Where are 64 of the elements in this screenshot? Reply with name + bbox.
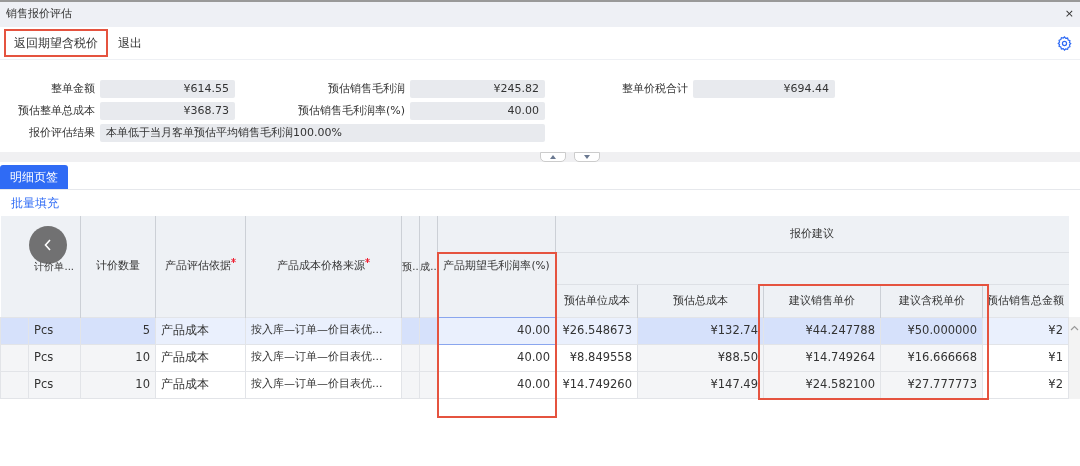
column-header[interactable]: 产品评估依据 [165,258,236,275]
table-cell: ¥44.247788 [763,317,881,344]
column-header[interactable]: 计价单... [34,258,74,274]
toolbar-button[interactable]: 返回期望含税价 [4,29,108,57]
chevron-left-icon [44,239,52,251]
batch-fill-link[interactable]: 批量填充 [0,190,70,216]
table-cell: 5 [80,317,156,344]
tab[interactable]: 明细页签 [0,165,68,189]
table-row[interactable]: Pcs 10 产品成本 按入库—订单—价目表优... 40.00 ¥8.849558 ¥88.50 ¥14.749264 ¥16.666668 ¥1 [0,344,1069,371]
table-cell: ¥8.849558 [555,344,638,371]
table-cell: ¥132.74 [637,317,764,344]
field-label: 整单金额 [50,80,95,97]
table-cell: 产品成本 [155,317,246,344]
collapse-down-icon [583,154,591,160]
table-cell[interactable]: 40.00 [437,317,556,344]
scrollbar[interactable] [1069,317,1080,399]
field-value: 40.00 [410,102,545,120]
table-row[interactable]: Pcs 5 产品成本 按入库—订单—价目表优... 40.00 ¥26.548673 ¥132.74 ¥44.247788 ¥50.000000 ¥2 [0,317,1069,344]
table-cell: ¥88.50 [637,344,764,371]
table-cell: ¥14.749260 [555,371,638,398]
settings-icon[interactable] [1057,35,1072,51]
column-group-header: 报价建议 [790,226,835,239]
table-cell: 产品成本 [155,344,246,371]
field-value: ¥614.55 [100,80,235,98]
table-cell: 按入库—订单—价目表优... [245,344,402,371]
column-header[interactable]: 产品期望毛利润率(%) [443,258,550,275]
table-cell: ¥147.49 [637,371,764,398]
table-cell: 按入库—订单—价目表优... [245,317,402,344]
field-label: 整单价税合计 [621,80,688,97]
field-value: 本单低于当月客单预估平均销售毛利润100.00% [100,124,545,142]
column-header[interactable]: 预估总成本 [673,293,728,306]
table-cell: 按入库—订单—价目表优... [245,371,402,398]
field-value: ¥368.73 [100,102,235,120]
table-cell[interactable]: 40.00 [437,371,556,398]
column-header[interactable]: 成.. [420,258,437,274]
table-cell: ¥16.666668 [880,344,983,371]
collapse-down-button[interactable] [574,152,600,162]
table-cell: 10 [80,371,156,398]
table-cell: 10 [80,344,156,371]
table-cell: ¥50.000000 [880,317,983,344]
collapse-up-icon [549,154,557,160]
collapse-up-button[interactable] [540,152,566,162]
table-cell: Pcs [28,317,81,344]
field-value: ¥245.82 [410,80,545,98]
close-button[interactable]: × [1064,6,1074,23]
table-cell: ¥26.548673 [555,317,638,344]
field-label: 预估销售毛利润 [327,80,405,97]
scroll-up-icon[interactable] [1070,325,1079,331]
field-label: 预估销售毛利润率(%) [296,102,405,119]
column-header[interactable]: 预.. [402,258,419,274]
column-header[interactable]: 产品成本价格来源 [277,258,370,275]
table-cell: ¥27.777773 [880,371,983,398]
column-header[interactable]: 计价数量 [96,258,140,275]
window-title: 销售报价评估 [6,6,72,23]
toolbar-button[interactable]: 退出 [108,29,152,57]
field-value: ¥694.44 [693,80,835,98]
table-row[interactable]: Pcs 10 产品成本 按入库—订单—价目表优... 40.00 ¥14.749260 ¥147.49 ¥24.582100 ¥27.777773 ¥2 [0,371,1069,398]
table-cell: 产品成本 [155,371,246,398]
table-cell: ¥14.749264 [763,344,881,371]
field-label: 预估整单总成本 [17,102,95,119]
table-cell: ¥2 [982,317,1069,344]
table-cell[interactable]: 40.00 [437,344,556,371]
table-cell: ¥24.582100 [763,371,881,398]
field-label: 报价评估结果 [28,124,95,141]
